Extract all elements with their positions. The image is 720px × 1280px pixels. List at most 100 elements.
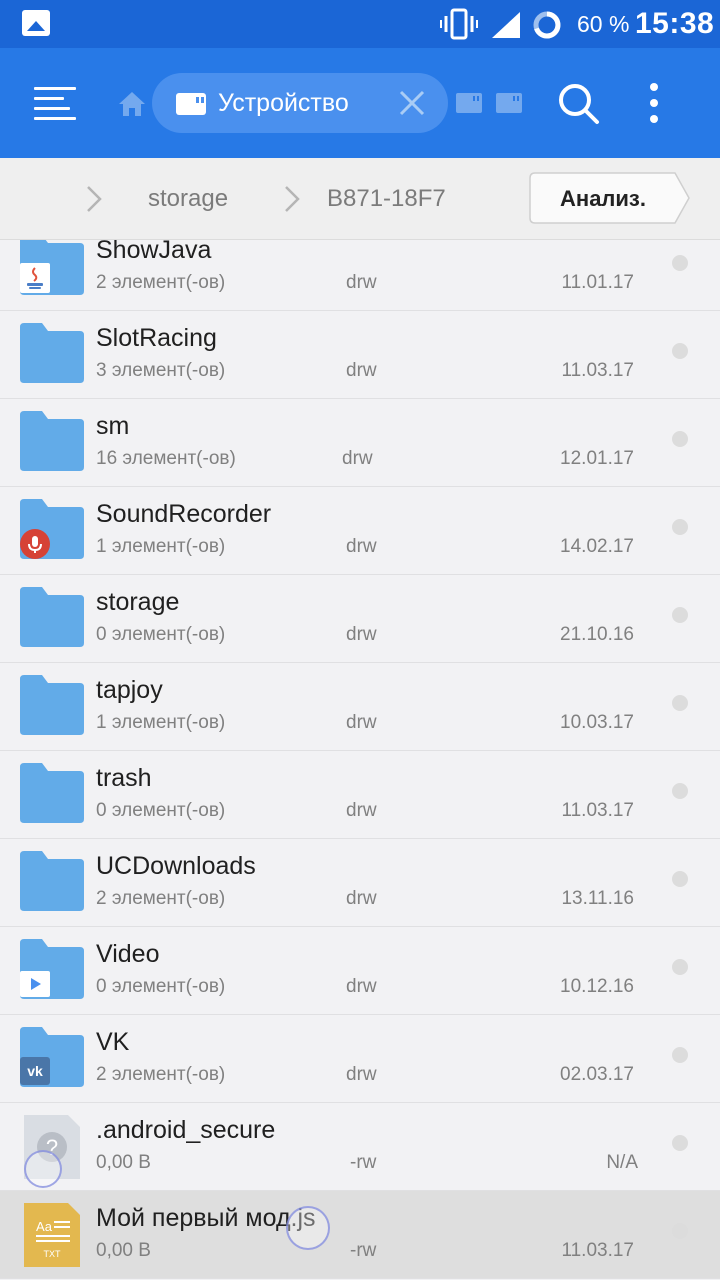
folder-icon <box>20 851 84 911</box>
chevron-right-icon <box>285 186 300 212</box>
file-permissions: drw <box>346 360 377 381</box>
svg-text:Aa: Aa <box>36 1219 53 1234</box>
file-details: 0 элемент(-ов) <box>96 800 226 821</box>
analyze-button[interactable]: Анализ. <box>529 172 691 224</box>
file-permissions: -rw <box>350 1240 377 1261</box>
file-name: SlotRacing <box>96 324 217 352</box>
file-row[interactable]: ? .android_secure 0,00 B -rw N/A <box>0 1103 720 1191</box>
select-checkbox[interactable] <box>672 343 688 359</box>
folder-row[interactable]: storage 0 элемент(-ов) drw 21.10.16 <box>0 575 720 663</box>
select-checkbox[interactable] <box>672 783 688 799</box>
select-checkbox[interactable] <box>672 255 688 271</box>
file-name: ShowJava <box>96 240 212 264</box>
file-details: 0 элемент(-ов) <box>96 976 226 997</box>
sd-card-icon[interactable] <box>496 93 522 113</box>
file-name: VK <box>96 1028 130 1056</box>
location-chip[interactable]: Устройство <box>152 73 448 133</box>
file-date: 14.02.17 <box>560 536 634 557</box>
file-date: N/A <box>606 1152 638 1173</box>
folder-row[interactable]: vk VK 2 элемент(-ов) drw 02.03.17 <box>0 1015 720 1103</box>
breadcrumb-item-volume[interactable]: B871-18F7 <box>327 185 446 213</box>
file-permissions: drw <box>346 536 377 557</box>
folder-row[interactable]: SlotRacing 3 элемент(-ов) drw 11.03.17 <box>0 311 720 399</box>
folder-row[interactable]: sm 16 элемент(-ов) drw 12.01.17 <box>0 399 720 487</box>
search-icon[interactable] <box>556 81 600 125</box>
home-icon[interactable] <box>118 91 146 117</box>
status-bar: 60 % 15:38 <box>0 0 720 48</box>
file-name: UCDownloads <box>96 852 256 880</box>
folder-row[interactable]: UCDownloads 2 элемент(-ов) drw 13.11.16 <box>0 839 720 927</box>
folder-icon <box>20 763 84 823</box>
image-notification-icon <box>22 10 50 36</box>
file-list: ShowJava 2 элемент(-ов) drw 11.01.17 SlotRac… <box>0 240 720 1280</box>
select-checkbox[interactable] <box>672 607 688 623</box>
vk-badge-icon: vk <box>20 1057 50 1085</box>
location-chip-label: Устройство <box>218 89 349 117</box>
folder-row[interactable]: Video 0 элемент(-ов) drw 10.12.16 <box>0 927 720 1015</box>
file-permissions: drw <box>346 888 377 909</box>
file-date: 12.01.17 <box>560 448 634 469</box>
folder-row[interactable]: SoundRecorder 1 элемент(-ов) drw 14.02.17 <box>0 487 720 575</box>
file-permissions: drw <box>346 624 377 645</box>
file-name: trash <box>96 764 152 792</box>
folder-icon <box>20 587 84 647</box>
file-date: 10.03.17 <box>560 712 634 733</box>
file-date: 02.03.17 <box>560 1064 634 1085</box>
file-permissions: drw <box>346 1064 377 1085</box>
file-details: 1 элемент(-ов) <box>96 712 226 733</box>
file-date: 21.10.16 <box>560 624 634 645</box>
file-name: tapjoy <box>96 676 163 704</box>
touch-indicator <box>286 1206 330 1250</box>
folder-row[interactable]: trash 0 элемент(-ов) drw 11.03.17 <box>0 751 720 839</box>
file-row[interactable]: Aa TXT Мой первый мод.js 0,00 B -rw 11.03.17 <box>0 1191 720 1279</box>
select-checkbox[interactable] <box>672 431 688 447</box>
select-checkbox[interactable] <box>672 1047 688 1063</box>
select-checkbox[interactable] <box>672 1135 688 1151</box>
file-details: 0,00 B <box>96 1152 151 1173</box>
file-date: 11.03.17 <box>561 360 634 381</box>
folder-icon <box>20 411 84 471</box>
file-date: 10.12.16 <box>560 976 634 997</box>
battery-percent: 60 % <box>577 11 630 37</box>
file-details: 2 элемент(-ов) <box>96 272 226 293</box>
select-checkbox[interactable] <box>672 959 688 975</box>
select-checkbox[interactable] <box>672 1223 688 1239</box>
microphone-badge-icon <box>20 529 50 559</box>
file-permissions: drw <box>346 976 377 997</box>
folder-icon <box>20 939 84 999</box>
file-date: 13.11.16 <box>561 888 634 909</box>
file-permissions: drw <box>346 712 377 733</box>
file-permissions: drw <box>346 272 377 293</box>
close-icon[interactable] <box>398 89 426 117</box>
breadcrumb-item-storage[interactable]: storage <box>148 185 228 213</box>
menu-icon[interactable] <box>34 85 76 121</box>
file-details: 3 элемент(-ов) <box>96 360 226 381</box>
text-file-icon: Aa TXT <box>20 1203 84 1267</box>
file-name: Мой первый мод.js <box>96 1204 316 1232</box>
file-date: 11.01.17 <box>561 272 634 293</box>
battery-ring-icon <box>533 11 561 39</box>
folder-row[interactable]: tapjoy 1 элемент(-ов) drw 10.03.17 <box>0 663 720 751</box>
folder-icon <box>20 323 84 383</box>
file-name: Video <box>96 940 160 968</box>
file-details: 2 элемент(-ов) <box>96 888 226 909</box>
select-checkbox[interactable] <box>672 519 688 535</box>
file-permissions: drw <box>346 800 377 821</box>
touch-indicator <box>24 1150 62 1188</box>
file-name: SoundRecorder <box>96 500 272 528</box>
file-date: 11.03.17 <box>561 1240 634 1261</box>
select-checkbox[interactable] <box>672 871 688 887</box>
select-checkbox[interactable] <box>672 695 688 711</box>
sd-card-icon[interactable] <box>456 93 482 113</box>
chevron-right-icon <box>87 186 102 212</box>
more-vert-icon[interactable] <box>640 81 668 125</box>
toolbar: Устройство <box>0 48 720 158</box>
file-name: .android_secure <box>96 1116 276 1144</box>
sd-card-icon <box>176 93 206 115</box>
folder-icon: vk <box>20 1027 84 1087</box>
vibrate-icon <box>440 8 478 40</box>
breadcrumb: storage B871-18F7 Анализ. <box>0 158 720 240</box>
file-details: 0 элемент(-ов) <box>96 624 226 645</box>
folder-row[interactable]: ShowJava 2 элемент(-ов) drw 11.01.17 <box>0 240 720 311</box>
file-details: 2 элемент(-ов) <box>96 1064 226 1085</box>
